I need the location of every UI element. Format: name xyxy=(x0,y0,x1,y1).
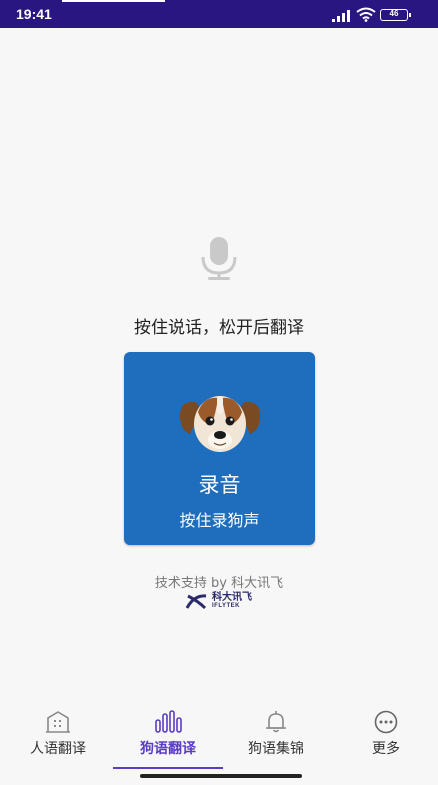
record-title: 录音 xyxy=(198,473,241,497)
microphone-icon xyxy=(201,237,237,280)
nav-dog-collection[interactable]: 狗语集锦 xyxy=(226,710,326,758)
building-icon xyxy=(46,711,70,733)
logo-en: IFLYTEK xyxy=(212,603,240,609)
nav-label: 更多 xyxy=(372,741,400,757)
signal-icon xyxy=(332,10,350,22)
nav-human-translate[interactable]: 人语翻译 xyxy=(8,710,108,758)
battery-level: 46 xyxy=(389,9,399,18)
more-icon xyxy=(374,710,398,734)
hold-to-speak-hint: 按住说话，松开后翻译 xyxy=(134,318,304,338)
iflytek-logo: 科大讯飞 IFLYTEK xyxy=(184,593,264,611)
status-time: 19:41 xyxy=(16,6,52,22)
battery-icon: 46 xyxy=(380,9,411,21)
wifi-icon xyxy=(356,7,376,22)
record-subtitle: 按住录狗声 xyxy=(179,511,260,530)
tech-support-text: 技术支持 by 科大讯飞 xyxy=(154,576,284,591)
status-bar-marker xyxy=(62,0,165,2)
nav-label: 狗语集锦 xyxy=(248,741,304,757)
nav-more[interactable]: 更多 xyxy=(336,710,436,758)
logo-cn: 科大讯飞 xyxy=(212,592,252,603)
bars-icon xyxy=(155,710,182,733)
bottom-navigation: 人语翻译 狗语翻译 狗语集锦 更多 xyxy=(0,700,438,785)
nav-label: 狗语翻译 xyxy=(140,741,196,757)
active-tab-indicator xyxy=(113,767,223,769)
nav-dog-translate[interactable]: 狗语翻译 xyxy=(118,710,218,758)
dog-icon xyxy=(180,396,260,452)
status-bar: 19:41 46 xyxy=(0,0,438,28)
bell-icon xyxy=(266,711,286,733)
nav-label: 人语翻译 xyxy=(30,741,86,757)
iflytek-mark-icon xyxy=(185,594,207,610)
home-indicator[interactable] xyxy=(140,774,302,778)
record-button[interactable]: 录音 按住录狗声 xyxy=(124,352,315,545)
